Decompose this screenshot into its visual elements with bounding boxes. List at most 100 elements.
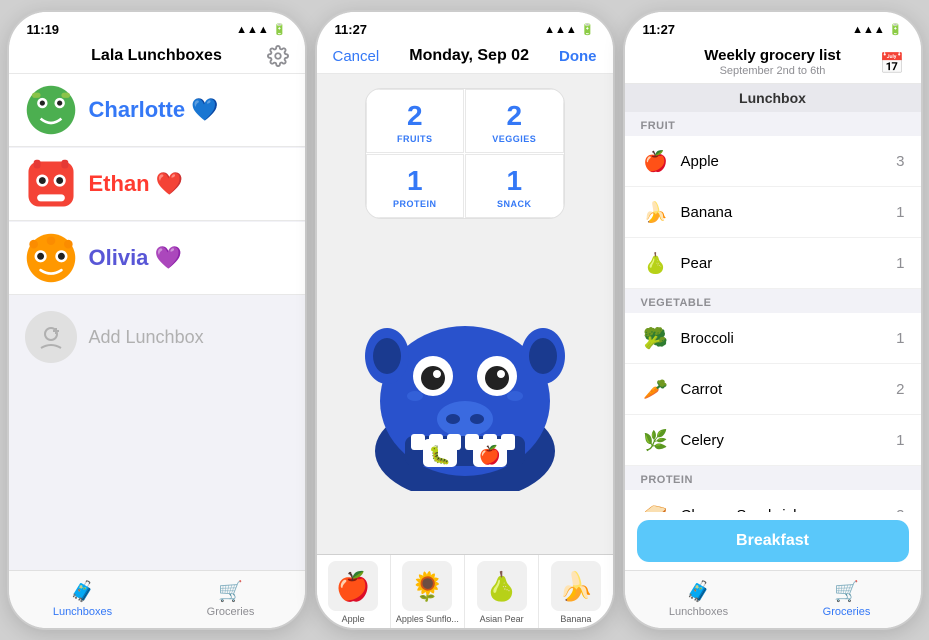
avatar-olivia	[25, 232, 77, 284]
tab-groceries[interactable]: 🛒 Groceries	[157, 571, 305, 628]
veggies-number: 2	[506, 100, 522, 132]
celery-count: 1	[896, 432, 904, 449]
screen2-status-bar: 11:27 ▲▲▲ 🔋	[317, 12, 613, 41]
grocery-row-carrot[interactable]: 🥕 Carrot 2	[625, 364, 921, 415]
screen3-tab-lunchboxes[interactable]: 🧳 Lunchboxes	[625, 571, 773, 628]
food-thumb-asianpear[interactable]: 🍐 Asian Pear	[465, 555, 539, 628]
food-thumb-banana[interactable]: 🍌 Banana	[539, 555, 612, 628]
screen2-time: 11:27	[335, 22, 368, 37]
carrot-icon: 🥕	[641, 374, 671, 404]
carrot-count: 2	[896, 381, 904, 398]
list-item-charlotte[interactable]: Charlotte 💙	[9, 74, 305, 147]
screen1-header: Lala Lunchboxes	[9, 41, 305, 74]
food-thumb-apple[interactable]: 🍎 Apple	[317, 555, 391, 628]
veggies-label: VEGGIES	[492, 134, 536, 144]
screen3-status-icons: ▲▲▲ 🔋	[852, 23, 902, 36]
apple-icon: 🍎	[641, 146, 671, 176]
pear-icon: 🍐	[641, 248, 671, 278]
pear-name: Pear	[681, 255, 887, 272]
avatar-ethan	[25, 158, 77, 210]
broccoli-name: Broccoli	[681, 330, 887, 347]
banana-thumb-label: Banana	[560, 614, 591, 624]
broccoli-count: 1	[896, 330, 904, 347]
banana-name: Banana	[681, 204, 887, 221]
done-button[interactable]: Done	[559, 48, 597, 65]
name-ethan: Ethan ❤️	[89, 171, 184, 197]
svg-text:🐛: 🐛	[428, 444, 450, 465]
screen3-tab-groceries-label: Groceries	[823, 606, 871, 618]
wifi-icon3: ▲▲▲	[852, 24, 885, 36]
sandwich-name: Cheese Sandwich	[681, 507, 887, 513]
screen3-tab-bar: 🧳 Lunchboxes 🛒 Groceries	[625, 570, 921, 628]
apple-thumb-img: 🍎	[328, 561, 378, 611]
sandwich-count: 2	[896, 507, 904, 513]
name-charlotte: Charlotte 💙	[89, 97, 219, 123]
pear-count: 1	[896, 255, 904, 272]
protein-number: 1	[407, 165, 423, 197]
stat-snack: 1 SNACK	[465, 154, 564, 218]
list-item-ethan[interactable]: Ethan ❤️	[9, 148, 305, 221]
hippo-container: 🐛 🍎	[317, 227, 613, 554]
snack-label: SNACK	[497, 199, 532, 209]
banana-icon: 🍌	[641, 197, 671, 227]
avatar-charlotte	[25, 84, 77, 136]
add-avatar	[25, 311, 77, 363]
cancel-button[interactable]: Cancel	[333, 48, 380, 65]
lunchbox-stats-grid: 2 FRUITS 2 VEGGIES 1 PROTEIN 1 SNACK	[365, 88, 565, 219]
carrot-name: Carrot	[681, 381, 887, 398]
stat-veggies: 2 VEGGIES	[465, 89, 564, 153]
food-thumbnails-row: 🍎 Apple 🌻 Apples Sunflo... 🍐 Asian Pear …	[317, 554, 613, 628]
apple-count: 3	[896, 153, 904, 170]
screen3-time: 11:27	[643, 22, 676, 37]
asianpear-thumb-img: 🍐	[477, 561, 527, 611]
screens-container: 11:19 ▲▲▲ 🔋 Lala Lunchboxes	[0, 0, 929, 640]
battery-icon: 🔋	[273, 23, 287, 36]
grocery-section-lunchbox: Lunchbox	[625, 84, 921, 112]
banana-count: 1	[896, 204, 904, 221]
sandwich-icon: 🥪	[641, 500, 671, 512]
fruits-number: 2	[407, 100, 423, 132]
wifi-icon2: ▲▲▲	[544, 24, 577, 36]
section-header-vegetable: VEGETABLE	[625, 289, 921, 313]
screen1-phone: 11:19 ▲▲▲ 🔋 Lala Lunchboxes	[7, 10, 307, 630]
grocery-row-celery[interactable]: 🌿 Celery 1	[625, 415, 921, 466]
lunchbox-list: Charlotte 💙 Ethan ❤️	[9, 74, 305, 570]
celery-name: Celery	[681, 432, 887, 449]
sunflower-thumb-label: Apples Sunflo...	[396, 614, 459, 624]
screen1-title: Lala Lunchboxes	[91, 47, 222, 65]
screen1-status-bar: 11:19 ▲▲▲ 🔋	[9, 12, 305, 41]
grocery-row-banana[interactable]: 🍌 Banana 1	[625, 187, 921, 238]
screen2-phone: 11:27 ▲▲▲ 🔋 Cancel Monday, Sep 02 Done 2…	[315, 10, 615, 630]
add-lunchbox-label: Add Lunchbox	[89, 327, 204, 348]
weekly-grocery-title: Weekly grocery list	[704, 47, 840, 64]
broccoli-icon: 🥦	[641, 323, 671, 353]
tab-lunchboxes[interactable]: 🧳 Lunchboxes	[9, 571, 157, 628]
screen2-header: Cancel Monday, Sep 02 Done	[317, 41, 613, 74]
snack-number: 1	[506, 165, 522, 197]
grocery-row-broccoli[interactable]: 🥦 Broccoli 1	[625, 313, 921, 364]
calendar-icon[interactable]: 📅	[880, 51, 905, 76]
stat-fruits: 2 FRUITS	[366, 89, 465, 153]
section-header-fruit: FRUIT	[625, 112, 921, 136]
screen3-tab-groceries[interactable]: 🛒 Groceries	[773, 571, 921, 628]
celery-icon: 🌿	[641, 425, 671, 455]
food-thumb-sunflower[interactable]: 🌻 Apples Sunflo...	[391, 555, 465, 628]
screen3-phone: 11:27 ▲▲▲ 🔋 Weekly grocery list Septembe…	[623, 10, 923, 630]
apple-name: Apple	[681, 153, 887, 170]
gear-icon[interactable]	[267, 45, 289, 67]
fruits-label: FRUITS	[397, 134, 433, 144]
screen3-tab-lunchboxes-label: Lunchboxes	[669, 606, 728, 618]
hippo-monster: 🐛 🍎	[355, 291, 575, 491]
tab-lunchboxes-label: Lunchboxes	[53, 606, 112, 618]
screen1-time: 11:19	[27, 22, 60, 37]
add-lunchbox-item[interactable]: Add Lunchbox	[9, 297, 305, 377]
wifi-icon: ▲▲▲	[236, 24, 269, 36]
grocery-row-apple[interactable]: 🍎 Apple 3	[625, 136, 921, 187]
breakfast-button[interactable]: Breakfast	[637, 520, 909, 562]
grocery-row-cheese-sandwich[interactable]: 🥪 Cheese Sandwich 2	[625, 490, 921, 512]
grocery-row-pear[interactable]: 🍐 Pear 1	[625, 238, 921, 289]
list-item-olivia[interactable]: Olivia 💜	[9, 222, 305, 295]
grocery-list: FRUIT 🍎 Apple 3 🍌 Banana 1 🍐 Pear 1 VEGE…	[625, 112, 921, 512]
screen3-status-bar: 11:27 ▲▲▲ 🔋	[625, 12, 921, 41]
battery-icon2: 🔋	[581, 23, 595, 36]
